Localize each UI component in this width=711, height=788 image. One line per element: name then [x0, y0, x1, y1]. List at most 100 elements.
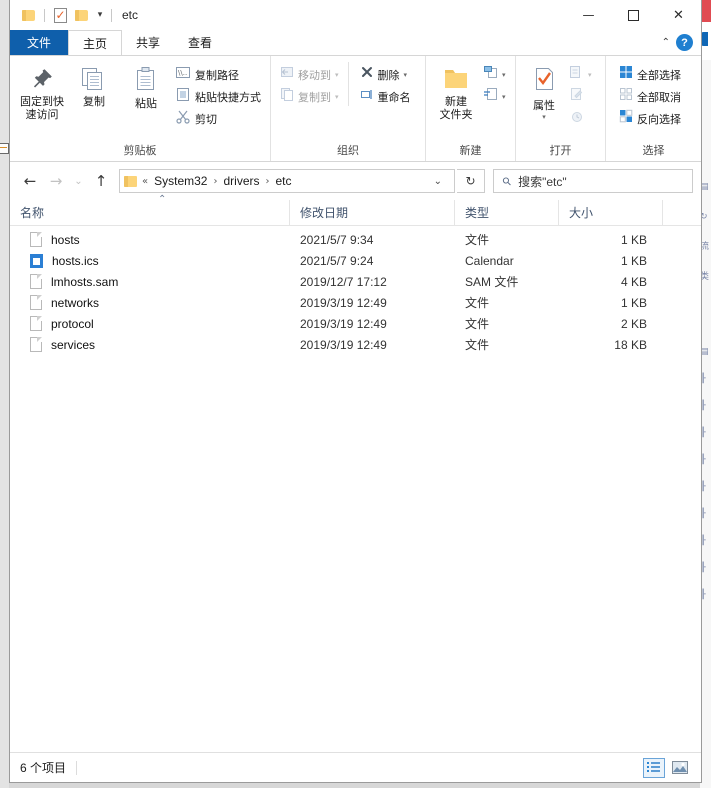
breadcrumb-separator[interactable]: ›	[260, 176, 276, 187]
file-type: 文件	[465, 338, 490, 352]
caret-icon[interactable]: ▾	[588, 71, 592, 79]
caret-icon[interactable]: ▾	[404, 71, 408, 79]
forward-button[interactable]: →	[44, 169, 68, 193]
ribbon-group-clipboard: 固定到快速访问 复制 粘贴 \\.. 复制路径 粘贴快捷方式 剪切 剪贴板	[10, 56, 270, 161]
file-date: 2021/5/7 9:24	[300, 253, 374, 268]
file-name: hosts.ics	[52, 253, 99, 268]
file-size: 1 KB	[620, 295, 647, 310]
file-name: networks	[51, 295, 100, 310]
file-list[interactable]: hosts 2021/5/7 9:34 文件 1 KB hosts.ics 20…	[10, 226, 701, 752]
ribbon-group-title-clipboard: 剪贴板	[123, 145, 157, 157]
breadcrumb-overflow[interactable]: «	[142, 176, 154, 187]
properties-button[interactable]: 属性 ▾	[522, 62, 566, 121]
up-button[interactable]: ↑	[89, 169, 113, 193]
move-to-button[interactable]: 移动到 ▾	[277, 65, 342, 84]
breadcrumb-item-drivers[interactable]: drivers	[223, 174, 259, 188]
column-header-type[interactable]: 类型	[455, 200, 559, 225]
refresh-button[interactable]: ↻	[457, 169, 485, 193]
cut-icon	[175, 109, 191, 129]
table-row[interactable]: hosts 2021/5/7 9:34 文件 1 KB	[10, 229, 701, 250]
file-name-cell[interactable]: hosts	[10, 232, 290, 247]
copy-path-button[interactable]: \\.. 复制路径	[172, 65, 264, 84]
select-none-button[interactable]: 全部取消	[616, 87, 684, 106]
breadcrumb-item-system32[interactable]: System32	[154, 174, 207, 188]
chevron-down-icon[interactable]: ⌄	[426, 176, 450, 187]
caret-icon[interactable]: ▾	[502, 71, 506, 79]
table-row[interactable]: protocol 2019/3/19 12:49 文件 2 KB	[10, 313, 701, 334]
table-row[interactable]: lmhosts.sam 2019/12/7 17:12 SAM 文件 4 KB	[10, 271, 701, 292]
tab-share[interactable]: 共享	[122, 30, 174, 55]
close-button[interactable]: ✕	[656, 0, 701, 30]
open-with-icon	[569, 65, 584, 84]
sort-ascending-icon: ⌃	[158, 194, 167, 205]
caret-icon[interactable]: ▾	[542, 113, 546, 121]
ribbon-group-organize: 移动到 ▾ 复制到 ▾ 删除 ▾ 重命名 组织	[270, 56, 425, 161]
breadcrumb-separator[interactable]: ›	[207, 176, 223, 187]
rename-button[interactable]: 重命名	[357, 87, 414, 106]
help-icon[interactable]: ?	[676, 34, 693, 51]
caret-icon[interactable]: ▾	[502, 93, 506, 101]
pin-to-quick-access-button[interactable]: 固定到快速访问	[16, 62, 68, 122]
select-all-button[interactable]: 全部选择	[616, 65, 684, 84]
window-title: etc	[122, 8, 139, 22]
search-box[interactable]: ⚲ 搜索"etc"	[493, 169, 693, 193]
file-name-cell[interactable]: services	[10, 337, 290, 352]
copy-button[interactable]: 复制	[68, 62, 120, 109]
column-header-filler	[663, 200, 701, 225]
minimize-button[interactable]: —	[566, 0, 611, 30]
background-window-left[interactable]	[0, 0, 9, 788]
folder-icon	[124, 175, 137, 187]
ribbon: 固定到快速访问 复制 粘贴 \\.. 复制路径 粘贴快捷方式 剪切 剪贴板 移动…	[10, 56, 701, 162]
paste-shortcut-button[interactable]: 粘贴快捷方式	[172, 87, 264, 106]
table-row[interactable]: networks 2019/3/19 12:49 文件 1 KB	[10, 292, 701, 313]
new-item-icon	[483, 65, 498, 84]
maximize-button[interactable]	[611, 0, 656, 30]
easy-access-button[interactable]: ▾	[480, 87, 509, 106]
ribbon-group-title-new: 新建	[459, 145, 482, 157]
invert-selection-button[interactable]: 反向选择	[616, 109, 684, 128]
address-bar[interactable]: « System32 › drivers › etc ⌄	[119, 169, 455, 193]
properties-icon[interactable]	[49, 4, 71, 26]
folder-icon[interactable]	[18, 4, 40, 26]
caret-icon[interactable]: ▾	[335, 93, 339, 101]
tab-file[interactable]: 文件	[10, 30, 69, 55]
history-button[interactable]	[566, 109, 595, 128]
file-type: Calendar	[465, 253, 514, 268]
quick-access-toolbar: ▾ etc	[10, 4, 138, 26]
details-view-button[interactable]	[643, 757, 665, 778]
column-header-name[interactable]: 名称 ⌃	[10, 194, 290, 225]
chevron-up-icon[interactable]: ⌃	[662, 37, 670, 48]
tab-home[interactable]: 主页	[68, 30, 123, 55]
caret-icon[interactable]: ▾	[335, 71, 339, 79]
column-header-date[interactable]: 修改日期	[290, 200, 455, 225]
ribbon-group-open: 属性 ▾ ▾ 打开	[515, 56, 605, 161]
file-name-cell[interactable]: hosts.ics	[10, 253, 290, 268]
new-folder-icon[interactable]	[71, 4, 93, 26]
cut-button[interactable]: 剪切	[172, 109, 264, 128]
select-all-icon	[619, 65, 633, 84]
recent-locations-button[interactable]: ⌄	[70, 169, 87, 193]
search-input[interactable]: 搜索"etc"	[518, 173, 567, 190]
table-row[interactable]: services 2019/3/19 12:49 文件 18 KB	[10, 334, 701, 355]
paste-button[interactable]: 粘贴	[120, 62, 172, 111]
edit-button[interactable]	[566, 87, 595, 106]
file-name-cell[interactable]: protocol	[10, 316, 290, 331]
open-small-buttons: ▾	[566, 62, 595, 128]
chevron-down-icon[interactable]: ▾	[93, 10, 107, 20]
delete-button[interactable]: 删除 ▾	[357, 65, 414, 84]
column-header-size[interactable]: 大小	[559, 200, 663, 225]
large-icons-view-button[interactable]	[669, 758, 691, 778]
pin-icon	[29, 66, 55, 92]
file-date: 2019/12/7 17:12	[300, 274, 387, 289]
select-all-label: 全部选择	[637, 69, 681, 82]
new-item-button[interactable]: ▾	[480, 65, 509, 84]
copy-to-button[interactable]: 复制到 ▾	[277, 87, 342, 106]
open-with-button[interactable]: ▾	[566, 65, 595, 84]
breadcrumb-item-etc[interactable]: etc	[276, 174, 292, 188]
file-name-cell[interactable]: networks	[10, 295, 290, 310]
tab-view[interactable]: 查看	[174, 30, 226, 55]
back-button[interactable]: ←	[18, 169, 42, 193]
table-row[interactable]: hosts.ics 2021/5/7 9:24 Calendar 1 KB	[10, 250, 701, 271]
new-folder-button[interactable]: 新建 文件夹	[432, 62, 480, 122]
file-name-cell[interactable]: lmhosts.sam	[10, 274, 290, 289]
